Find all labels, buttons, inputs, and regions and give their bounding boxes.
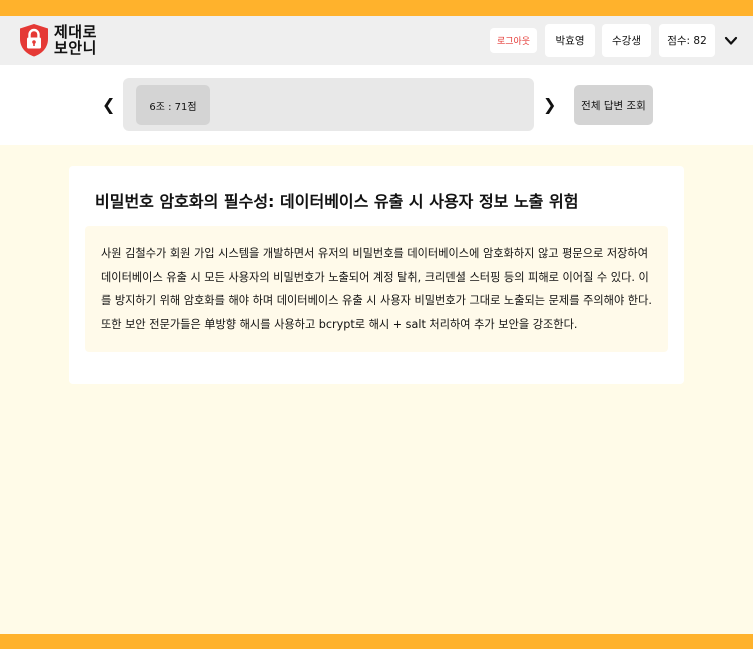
view-all-answers-button[interactable]: 전체 답변 조회 bbox=[574, 85, 653, 125]
app-header: 제대로 보안니 로그아웃 박효영 수강생 점수: 82 bbox=[0, 16, 753, 65]
logo-line-1: 제대로 bbox=[54, 23, 97, 41]
group-tab-6[interactable]: 6조 : 71점 bbox=[136, 85, 210, 125]
group-tab-list: 6조 : 71점 bbox=[123, 78, 534, 131]
logo-line-2: 보안니 bbox=[54, 39, 97, 57]
group-navigation: ❮ 6조 : 71점 ❯ 전체 답변 조회 bbox=[0, 65, 753, 145]
answer-card: 비밀번호 암호화의 필수성: 데이터베이스 유출 시 사용자 정보 노출 위험 … bbox=[69, 166, 684, 384]
shield-lock-icon bbox=[20, 24, 48, 57]
logo-wordmark: 제대로 보안니 bbox=[54, 24, 97, 56]
chevron-left-icon[interactable]: ❮ bbox=[102, 95, 115, 114]
answer-title: 비밀번호 암호화의 필수성: 데이터베이스 유출 시 사용자 정보 노출 위험 bbox=[95, 192, 579, 211]
score-badge: 점수: 82 bbox=[659, 24, 715, 57]
app-logo[interactable]: 제대로 보안니 bbox=[18, 23, 97, 57]
user-name-badge[interactable]: 박효영 bbox=[545, 24, 595, 57]
answer-body-box: 사원 김철수가 회원 가입 시스템을 개발하면서 유저의 비밀번호를 데이터베이… bbox=[85, 226, 668, 352]
answer-body: 사원 김철수가 회원 가입 시스템을 개발하면서 유저의 비밀번호를 데이터베이… bbox=[101, 247, 652, 331]
top-accent-bar bbox=[0, 0, 753, 16]
bottom-accent-bar bbox=[0, 634, 753, 649]
logout-button[interactable]: 로그아웃 bbox=[490, 28, 537, 53]
chevron-down-icon[interactable] bbox=[723, 34, 739, 48]
chevron-right-icon[interactable]: ❯ bbox=[543, 95, 556, 114]
user-role-badge: 수강생 bbox=[602, 24, 651, 57]
